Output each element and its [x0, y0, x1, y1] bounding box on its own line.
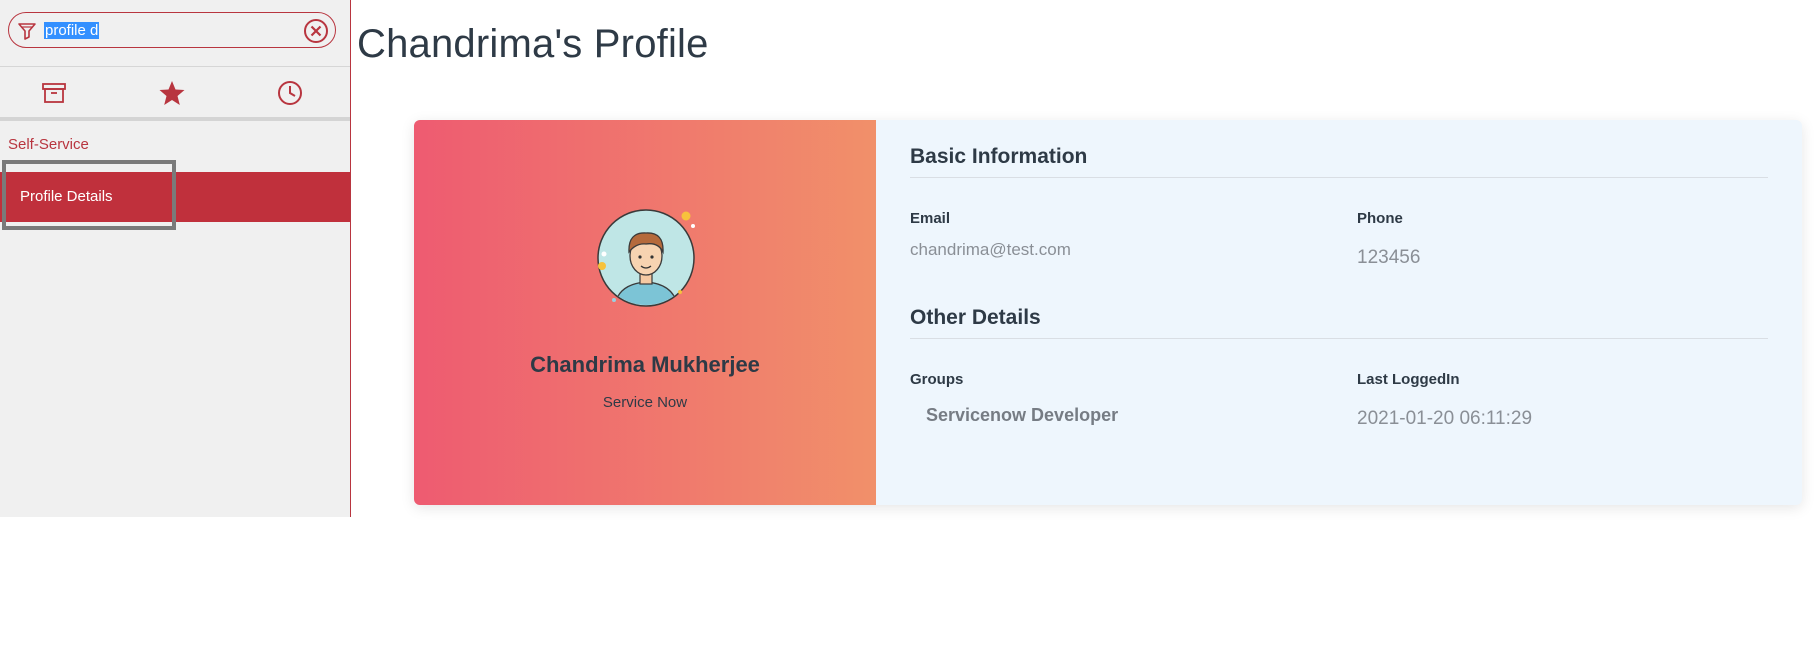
- email-label: Email: [910, 210, 951, 227]
- divider: [0, 117, 350, 121]
- navigator-filter[interactable]: profile d: [8, 12, 336, 48]
- avatar: [597, 209, 695, 307]
- basic-info-heading: Basic Information: [910, 145, 1088, 168]
- profile-details-panel: Basic Information Email chandrima@test.c…: [876, 120, 1802, 505]
- archive-box-icon[interactable]: [40, 79, 68, 107]
- module-label: Profile Details: [20, 188, 113, 205]
- clock-icon[interactable]: [276, 79, 304, 107]
- module-profile-details[interactable]: Profile Details: [0, 172, 350, 222]
- phone-label: Phone: [1357, 210, 1403, 227]
- funnel-icon: [18, 23, 36, 40]
- phone-value: 123456: [1357, 247, 1421, 268]
- last-logged-in-label: Last LoggedIn: [1357, 371, 1460, 388]
- profile-name: Chandrima Mukherjee: [530, 352, 760, 377]
- divider: [910, 338, 1768, 339]
- groups-label: Groups: [910, 371, 964, 388]
- last-logged-in-value: 2021-01-20 06:11:29: [1357, 408, 1533, 429]
- app-label-self-service[interactable]: Self-Service: [8, 136, 89, 153]
- filter-input-text[interactable]: profile d: [44, 22, 100, 39]
- star-icon[interactable]: [158, 79, 186, 107]
- page-title: Chandrima's Profile: [357, 22, 709, 66]
- close-circle-icon[interactable]: [303, 18, 329, 44]
- profile-company: Service Now: [602, 394, 688, 411]
- divider: [910, 177, 1768, 178]
- other-details-heading: Other Details: [910, 306, 1041, 329]
- navigator-sidebar: profile d Self-Service Profile Details: [0, 0, 351, 517]
- profile-summary-panel: Chandrima Mukherjee Service Now: [414, 120, 876, 505]
- groups-value: Servicenow Developer: [926, 405, 1119, 425]
- profile-card: Chandrima Mukherjee Service Now Basic In…: [414, 120, 1802, 505]
- email-value: chandrima@test.com: [910, 240, 1071, 259]
- navigator-tabs: [0, 67, 350, 117]
